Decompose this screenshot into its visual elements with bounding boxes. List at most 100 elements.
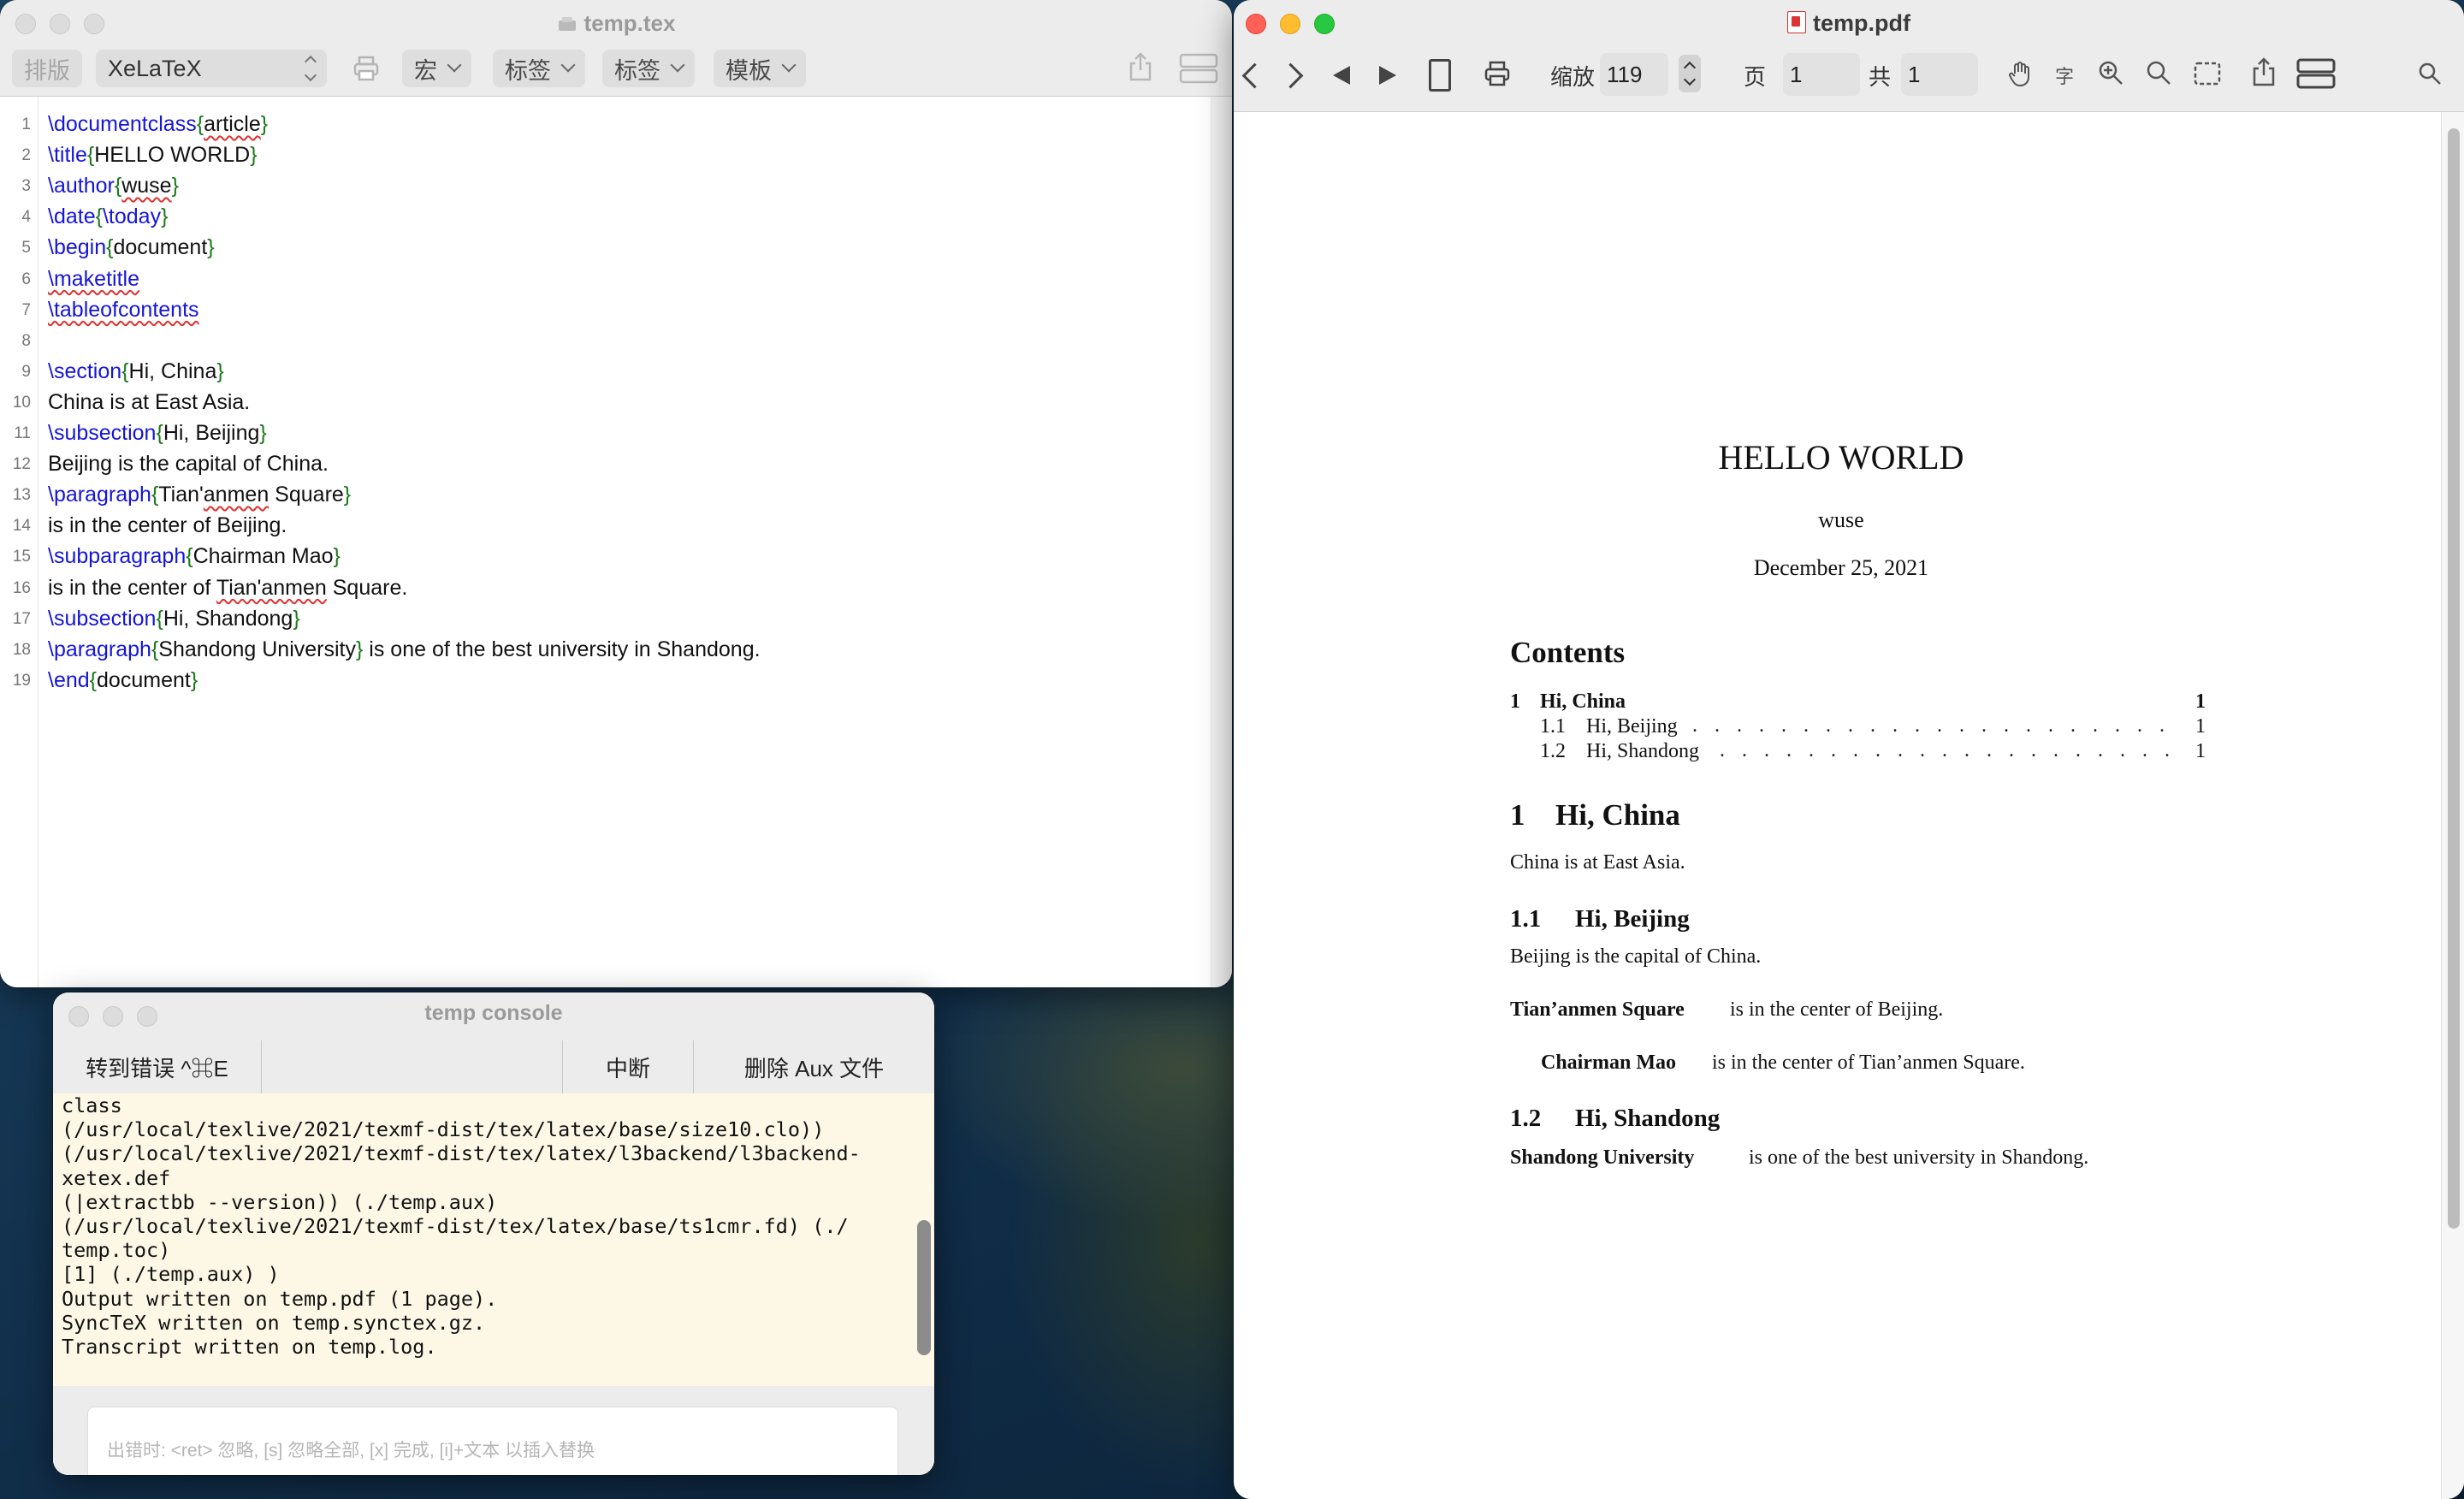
text-select-tool[interactable]: 字	[2055, 55, 2074, 96]
code-line[interactable]: \begin{document}	[48, 235, 215, 260]
line-number: 6	[21, 270, 31, 288]
stepper-up-icon[interactable]	[1683, 61, 1697, 74]
toc-num-1-2: 1.2	[1540, 740, 1566, 762]
code-line[interactable]: \subsection{Hi, Shandong}	[48, 607, 300, 631]
subsection-title: Hi, Beijing	[1575, 905, 1690, 933]
zoom-in-icon[interactable]	[2098, 60, 2123, 86]
brace: }	[171, 174, 179, 198]
zoom-label: 缩放	[1550, 55, 1595, 96]
pdf-page[interactable]: HELLO WORLD wuse December 25, 2021 Conte…	[1241, 112, 2442, 1499]
line-number: 13	[12, 486, 31, 505]
brace: {	[186, 544, 193, 569]
code-line[interactable]: \subparagraph{Chairman Mao}	[48, 544, 341, 569]
code-line[interactable]: \tableofcontents	[48, 298, 199, 323]
line-number: 3	[21, 177, 31, 196]
updown-chevron-icon	[304, 55, 317, 82]
selection-icon[interactable]	[2194, 62, 2221, 86]
latex-command: \paragraph	[48, 483, 151, 507]
latex-command: \subsection	[48, 606, 157, 631]
latex-command: \title	[48, 143, 87, 168]
brace: {	[121, 358, 129, 383]
share-icon[interactable]	[2252, 56, 2276, 87]
printer-icon[interactable]	[352, 55, 380, 82]
line-number: 4	[21, 208, 31, 227]
stepper-down-icon[interactable]	[1683, 73, 1697, 86]
console-scrollbar-thumb[interactable]	[917, 1220, 931, 1355]
console-input[interactable]: 出错时: <ret> 忽略, [s] 忽略全部, [x] 完成, [i]+文本 …	[87, 1407, 898, 1475]
latex-command: \subsection	[48, 421, 157, 445]
toc-label-1[interactable]: Hi, China	[1540, 690, 1626, 714]
code-line[interactable]: \date{\today}	[48, 204, 168, 229]
goto-error-button[interactable]: 转到错误 ^⌘E	[53, 1040, 262, 1093]
toc-label-1-2[interactable]: Hi, Shandong	[1586, 740, 1699, 763]
editor-titlebar: temp.tex 排版 XeLaTeX 宏 标签 标签 模板	[0, 0, 1232, 97]
engine-select[interactable]: XeLaTeX	[96, 50, 327, 87]
code-line[interactable]: is in the center of Beijing.	[48, 513, 287, 538]
brace: }	[207, 235, 215, 260]
back-button[interactable]	[1241, 55, 1268, 96]
search-icon[interactable]	[2418, 62, 2442, 86]
latex-command: \tableofcontents	[48, 297, 199, 322]
code-line[interactable]: \subsection{Hi, Beijing}	[48, 421, 267, 446]
log-line: class	[62, 1093, 122, 1117]
latex-command: \subparagraph	[48, 544, 187, 569]
code-line[interactable]: \paragraph{Shandong University} is one o…	[48, 637, 761, 662]
code-line[interactable]: \maketitle	[48, 267, 139, 292]
editor-scrollbar[interactable]	[1211, 97, 1232, 987]
macro-dropdown[interactable]: 宏	[402, 50, 471, 87]
page-field[interactable]: 1	[1783, 53, 1860, 96]
latex-command: \section	[48, 358, 122, 383]
section-title: Hi, China	[1555, 798, 1680, 832]
code-line[interactable]: \paragraph{Tian'anmen Square}	[48, 483, 351, 507]
single-page-view-button[interactable]	[1429, 55, 1451, 96]
contents-heading: Contents	[1510, 636, 1626, 669]
doc-date: December 25, 2021	[1753, 555, 1929, 580]
code-line[interactable]: is in the center of Tian'anmen Square.	[48, 576, 407, 601]
magnifier-icon[interactable]	[2146, 60, 2171, 86]
split-view-icon[interactable]	[1179, 53, 1218, 84]
split-view-icon[interactable]	[2296, 58, 2336, 89]
abort-button[interactable]: 中断	[562, 1040, 694, 1093]
code-line[interactable]: \end{document}	[48, 668, 198, 693]
delete-aux-button[interactable]: 删除 Aux 文件	[694, 1040, 934, 1093]
printer-icon[interactable]	[1484, 60, 1511, 87]
code-line[interactable]: \documentclass{article}	[48, 112, 268, 137]
toc-label-1-1[interactable]: Hi, Beijing	[1586, 715, 1678, 738]
brace: }	[161, 204, 169, 229]
code-line[interactable]: \title{HELLO WORLD}	[48, 143, 258, 168]
forward-button[interactable]	[1277, 55, 1304, 96]
line-number: 12	[12, 455, 31, 474]
zoom-stepper[interactable]	[1679, 55, 1701, 92]
zoom-field[interactable]: 119	[1600, 53, 1668, 96]
log-line: (|extractbb --version)) (./temp.aux)	[62, 1189, 498, 1214]
brace: {	[89, 667, 98, 692]
toc-leader-dots: . . . . . . . . . . . . . . . . . . . . …	[1720, 739, 2171, 761]
latex-command: \maketitle	[48, 266, 139, 291]
log-line: SyncTeX written on temp.synctex.gz.	[62, 1310, 486, 1335]
log-line: Output written on temp.pdf (1 page).	[62, 1286, 498, 1311]
chevron-down-icon	[447, 57, 462, 73]
code-line[interactable]: Beijing is the capital of China.	[48, 452, 329, 477]
hand-tool-icon[interactable]	[2007, 60, 2033, 87]
code-text: Chairman Mao	[192, 544, 334, 569]
line-number: 17	[12, 609, 31, 628]
code-line[interactable]: \section{Hi, China}	[48, 359, 224, 384]
latex-command: \today	[102, 204, 162, 229]
line-number: 19	[12, 671, 31, 690]
code-line[interactable]: China is at East Asia.	[48, 390, 250, 415]
pdf-titlebar: temp.pdf 缩放 119 页 1 共 1 字	[1234, 0, 2464, 112]
code-line[interactable]: \author{wuse}	[48, 174, 179, 198]
typeset-label: 排版	[24, 57, 70, 84]
source-editor[interactable]: \documentclass{article} \title{HELLO WORL…	[48, 97, 1206, 987]
pdf-scrollbar-thumb[interactable]	[2448, 128, 2460, 1229]
window-title: temp.tex	[0, 10, 1232, 37]
template-dropdown[interactable]: 模板	[714, 50, 806, 87]
previous-page-button[interactable]	[1333, 55, 1350, 96]
total-value: 1	[1908, 61, 1921, 87]
typeset-button[interactable]: 排版	[12, 50, 82, 87]
tag-dropdown-1[interactable]: 标签	[493, 50, 585, 87]
code-text: Hi, China	[128, 358, 217, 383]
share-icon[interactable]	[1128, 51, 1153, 82]
next-page-button[interactable]	[1379, 55, 1396, 96]
tag-dropdown-2[interactable]: 标签	[602, 50, 695, 87]
